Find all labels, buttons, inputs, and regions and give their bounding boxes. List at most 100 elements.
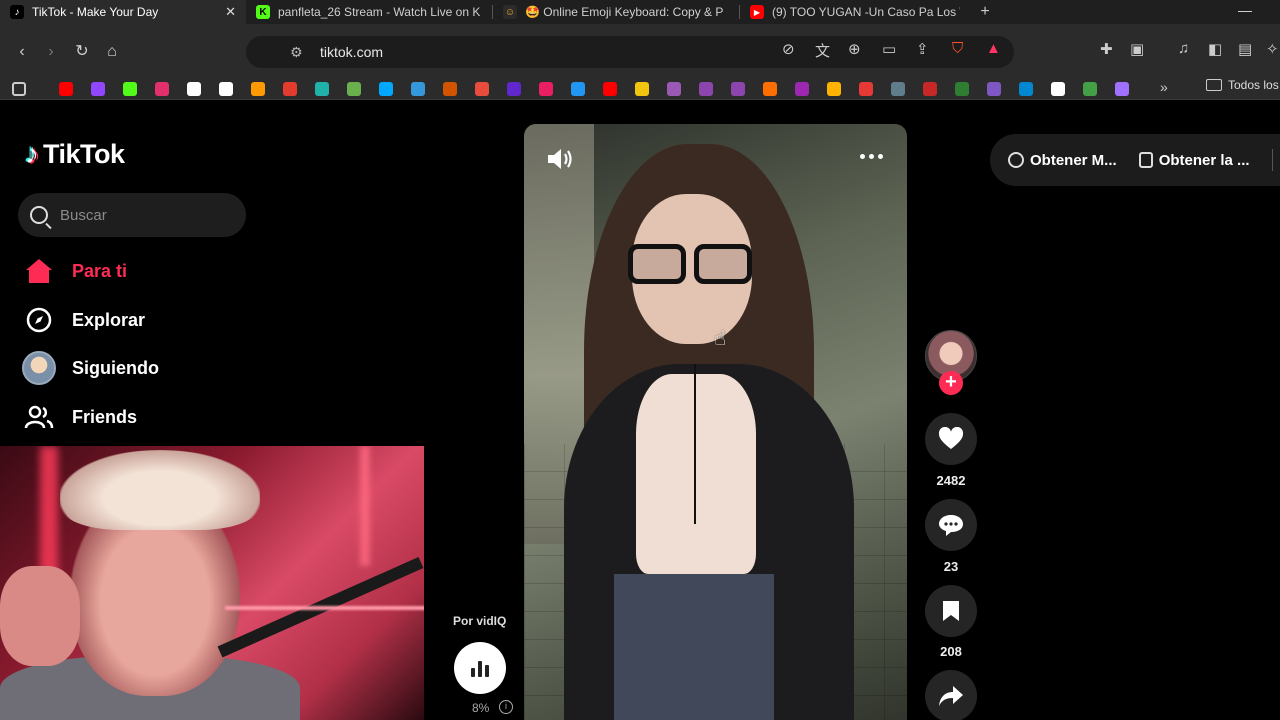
bookmark-favicon[interactable] — [283, 82, 297, 96]
minimize-icon[interactable]: — — [1238, 2, 1252, 18]
bookmark-favicon[interactable] — [475, 82, 489, 96]
zoom-icon[interactable]: ⊕ — [848, 40, 861, 58]
info-icon[interactable]: i — [499, 700, 513, 714]
reload-icon[interactable]: ↻ — [72, 42, 92, 62]
share-button[interactable] — [925, 670, 977, 720]
bookmark-favicon[interactable] — [795, 82, 809, 96]
all-bookmarks-folder[interactable]: Todos los — [1206, 78, 1279, 92]
brave-shield-icon[interactable]: ⛉ — [952, 40, 963, 57]
bookmark-favicon[interactable] — [1083, 82, 1097, 96]
get-app-button[interactable]: Obtener la ... — [1138, 152, 1250, 169]
bookmark-favicon[interactable] — [571, 82, 585, 96]
emoji-icon: ☺ — [503, 5, 517, 19]
get-coins-label: Obtener M... — [1030, 151, 1117, 169]
nav-para-ti[interactable]: Para ti — [22, 254, 127, 288]
video-subject-glasses — [628, 244, 758, 286]
bookmark-favicon[interactable] — [411, 82, 425, 96]
tab-title: TikTok - Make Your Day — [32, 5, 159, 19]
bookmark-favicon[interactable] — [1115, 82, 1129, 96]
share-icon[interactable]: ⇪ — [916, 40, 929, 58]
more-options-icon[interactable] — [860, 154, 883, 159]
nav-siguiendo[interactable]: Siguiendo — [22, 351, 159, 385]
tab-kick[interactable]: K panfleta_26 Stream - Watch Live on K — [246, 0, 492, 24]
bookmark-favicon[interactable] — [251, 82, 265, 96]
bookmark-favicon[interactable] — [667, 82, 681, 96]
close-icon[interactable]: ✕ — [225, 4, 236, 20]
search-icon[interactable] — [30, 206, 48, 224]
video-subject-jeans — [614, 574, 774, 720]
follow-button[interactable]: + — [939, 371, 963, 395]
bookmark-favicon[interactable] — [91, 82, 105, 96]
forward-icon[interactable]: › — [41, 42, 61, 62]
brave-rewards-icon[interactable]: ▲ — [986, 40, 1001, 57]
tab-emoji[interactable]: ☺ 🤩 Online Emoji Keyboard: Copy & P — [493, 0, 739, 24]
bookmark-icon — [943, 601, 959, 621]
search-input[interactable] — [60, 206, 230, 224]
comment-icon — [939, 515, 963, 536]
translate-icon[interactable]: 文 — [815, 40, 830, 61]
nav-label: Siguiendo — [72, 357, 159, 378]
tab-tiktok[interactable]: ♪ TikTok - Make Your Day ✕ — [0, 0, 246, 24]
tab-youtube[interactable]: ▶ (9) TOO YUGAN -Un Caso Pa Los Wa — [740, 0, 970, 24]
bookmark-favicon[interactable] — [187, 82, 201, 96]
nav-label: Para ti — [72, 260, 128, 281]
apps-grid-icon[interactable] — [12, 82, 26, 96]
tiktok-logo[interactable]: ♪ TikTok — [25, 138, 125, 170]
extensions-icon[interactable]: ✚ — [1100, 40, 1113, 58]
media-icon[interactable]: ♫ — [1178, 40, 1189, 57]
logo-text: TikTok — [43, 138, 125, 169]
bookmark-favicon[interactable] — [891, 82, 905, 96]
bookmark-favicon[interactable] — [59, 82, 73, 96]
wallet-icon[interactable]: ▤ — [1238, 40, 1252, 58]
bookmark-favicon[interactable] — [123, 82, 137, 96]
sidebar-icon[interactable]: ◧ — [1208, 40, 1222, 58]
screenshot-icon[interactable]: ▣ — [1130, 40, 1144, 58]
nav-label: Friends — [72, 406, 138, 427]
bookmark-favicon[interactable] — [443, 82, 457, 96]
like-button[interactable] — [925, 413, 977, 465]
bookmark-favicon[interactable] — [699, 82, 713, 96]
bookmark-favicon[interactable] — [859, 82, 873, 96]
hand-cursor-icon: ☝ — [714, 328, 727, 350]
get-coins-button[interactable]: Obtener M... — [1008, 152, 1117, 169]
tiktok-note-icon: ♪ — [25, 138, 39, 169]
tiktok-icon: ♪ — [10, 5, 24, 19]
nav-explorar[interactable]: Explorar — [22, 303, 145, 337]
bookmark-favicon[interactable] — [315, 82, 329, 96]
bookmark-favicon[interactable] — [379, 82, 393, 96]
nav-friends[interactable]: Friends — [22, 400, 137, 434]
bookmark-favicon[interactable] — [155, 82, 169, 96]
more-bookmarks-icon[interactable]: » — [1160, 79, 1168, 95]
comment-button[interactable] — [925, 499, 977, 551]
leo-icon[interactable]: ✧ — [1266, 40, 1279, 58]
cast-icon[interactable]: ▭ — [882, 40, 896, 58]
save-button[interactable] — [925, 585, 977, 637]
back-icon[interactable]: ‹ — [12, 42, 32, 62]
home-icon[interactable]: ⌂ — [102, 42, 122, 62]
bar-chart-icon — [478, 661, 482, 677]
bookmark-favicon[interactable] — [219, 82, 233, 96]
new-tab-button[interactable]: + — [970, 3, 1000, 21]
url-text[interactable]: tiktok.com — [320, 44, 383, 60]
reader-off-icon[interactable]: ⊘ — [782, 40, 795, 58]
bookmark-favicon[interactable] — [507, 82, 521, 96]
search-box[interactable] — [18, 193, 246, 237]
bookmark-favicon[interactable] — [603, 82, 617, 96]
bookmark-favicon[interactable] — [347, 82, 361, 96]
bookmark-favicon[interactable] — [1019, 82, 1033, 96]
video-player[interactable] — [524, 124, 907, 720]
bookmark-favicon[interactable] — [539, 82, 553, 96]
bookmark-favicon[interactable] — [827, 82, 841, 96]
heart-icon — [938, 427, 964, 449]
bookmark-favicon[interactable] — [955, 82, 969, 96]
bookmark-favicon[interactable] — [635, 82, 649, 96]
vidiq-button[interactable] — [454, 642, 506, 694]
bookmark-favicon[interactable] — [763, 82, 777, 96]
bookmark-favicon[interactable] — [1051, 82, 1065, 96]
streamer-hand — [0, 566, 80, 666]
volume-icon[interactable] — [546, 147, 574, 171]
bookmark-favicon[interactable] — [987, 82, 1001, 96]
bookmark-favicon[interactable] — [731, 82, 745, 96]
bookmark-favicon[interactable] — [923, 82, 937, 96]
site-settings-icon[interactable]: ⚙ — [290, 43, 303, 61]
